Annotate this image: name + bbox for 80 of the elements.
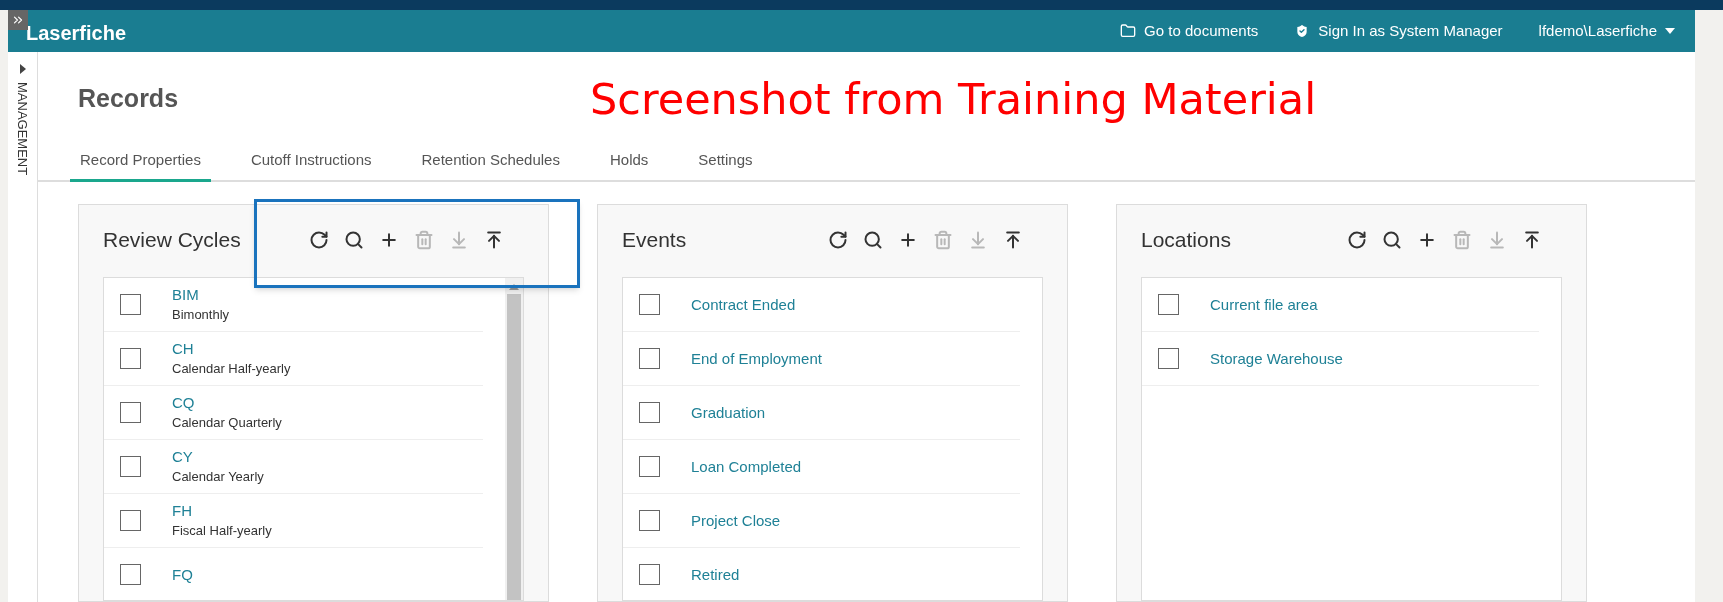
list-row[interactable]: BIM Bimonthly — [104, 278, 483, 332]
list-row[interactable]: Contract Ended — [623, 278, 1020, 332]
item-description: Calendar Quarterly — [172, 413, 282, 432]
checkbox[interactable] — [120, 456, 141, 477]
panel-title: Locations — [1141, 227, 1231, 254]
tab[interactable]: Record Properties — [70, 148, 211, 182]
folder-icon — [1120, 23, 1137, 39]
refresh-icon[interactable] — [1347, 230, 1367, 250]
list-row[interactable]: Project Close — [623, 494, 1020, 548]
checkbox[interactable] — [639, 510, 660, 531]
list-row[interactable]: Loan Completed — [623, 440, 1020, 494]
list-row[interactable]: Retired — [623, 548, 1020, 600]
upload-icon[interactable] — [1522, 230, 1542, 250]
item-name[interactable]: CY — [172, 446, 264, 467]
search-icon[interactable] — [863, 230, 883, 250]
page-title: Records — [78, 83, 180, 115]
tab[interactable]: Settings — [688, 148, 763, 182]
item-name[interactable]: Graduation — [691, 402, 766, 423]
scrollbar[interactable] — [505, 278, 523, 600]
list-row[interactable]: Graduation — [623, 386, 1020, 440]
upload-icon[interactable] — [484, 230, 504, 250]
item-name[interactable]: Project Close — [691, 510, 781, 531]
list-row[interactable]: FQ — [104, 548, 483, 600]
upload-icon[interactable] — [1003, 230, 1023, 250]
list-row[interactable]: End of Employment — [623, 332, 1020, 386]
checkbox[interactable] — [639, 402, 660, 423]
checkbox[interactable] — [120, 510, 141, 531]
checkbox[interactable] — [120, 294, 141, 315]
checkbox[interactable] — [1158, 294, 1179, 315]
list-row[interactable]: CY Calendar Yearly — [104, 440, 483, 494]
checkbox[interactable] — [120, 402, 141, 423]
item-name[interactable]: Contract Ended — [691, 294, 796, 315]
double-chevron-icon — [11, 13, 25, 27]
list-row[interactable]: CH Calendar Half-yearly — [104, 332, 483, 386]
search-icon[interactable] — [1382, 230, 1402, 250]
caret-icon — [1665, 28, 1675, 34]
search-icon[interactable] — [344, 230, 364, 250]
panel-title: Review Cycles — [103, 227, 241, 254]
list-row[interactable]: CQ Calendar Quarterly — [104, 386, 483, 440]
item-name[interactable]: FH — [172, 500, 272, 521]
item-description: Calendar Half-yearly — [172, 359, 291, 378]
checkbox[interactable] — [639, 564, 660, 585]
plus-icon[interactable] — [898, 230, 918, 250]
item-name[interactable]: Loan Completed — [691, 456, 802, 477]
logo: Laserfiche — [26, 21, 127, 46]
tab[interactable]: Holds — [599, 148, 659, 182]
header-link[interactable]: Go to documents — [1120, 19, 1259, 43]
list-row[interactable]: Current file area — [1142, 278, 1539, 332]
header-link[interactable]: Sign In as System Manager — [1294, 19, 1503, 43]
tab[interactable]: Retention Schedules — [411, 148, 570, 182]
list-row[interactable]: FH Fiscal Half-yearly — [104, 494, 483, 548]
item-description: Calendar Yearly — [172, 467, 264, 486]
checkbox[interactable] — [120, 348, 141, 369]
item-name[interactable]: FQ — [172, 564, 193, 585]
plus-icon[interactable] — [1417, 230, 1437, 250]
panel-title: Events — [622, 227, 687, 254]
refresh-icon[interactable] — [828, 230, 848, 250]
tab[interactable]: Cutoff Instructions — [240, 148, 382, 182]
shield-user-icon — [1294, 23, 1311, 39]
item-name[interactable]: CQ — [172, 392, 282, 413]
header-link[interactable]: lfdemo\Laserfiche — [1538, 19, 1675, 43]
sidebar-label: MANAGEMENT — [14, 82, 32, 176]
annotation-text: Screenshot from Training Material — [590, 72, 1317, 126]
item-name[interactable]: Retired — [691, 564, 740, 585]
checkbox[interactable] — [120, 564, 141, 585]
expand-button[interactable] — [8, 10, 28, 30]
item-name[interactable]: BIM — [172, 284, 230, 305]
item-name[interactable]: CH — [172, 338, 291, 359]
plus-icon[interactable] — [379, 230, 399, 250]
checkbox[interactable] — [639, 456, 660, 477]
item-description: Fiscal Half-yearly — [172, 521, 272, 540]
item-name[interactable]: Current file area — [1210, 294, 1318, 315]
refresh-icon[interactable] — [309, 230, 329, 250]
item-name[interactable]: End of Employment — [691, 348, 822, 369]
checkbox[interactable] — [1158, 348, 1179, 369]
list-row[interactable]: Storage Warehouse — [1142, 332, 1539, 386]
item-description: Bimonthly — [172, 305, 230, 324]
checkbox[interactable] — [639, 348, 660, 369]
checkbox[interactable] — [639, 294, 660, 315]
item-name[interactable]: Storage Warehouse — [1210, 348, 1343, 369]
